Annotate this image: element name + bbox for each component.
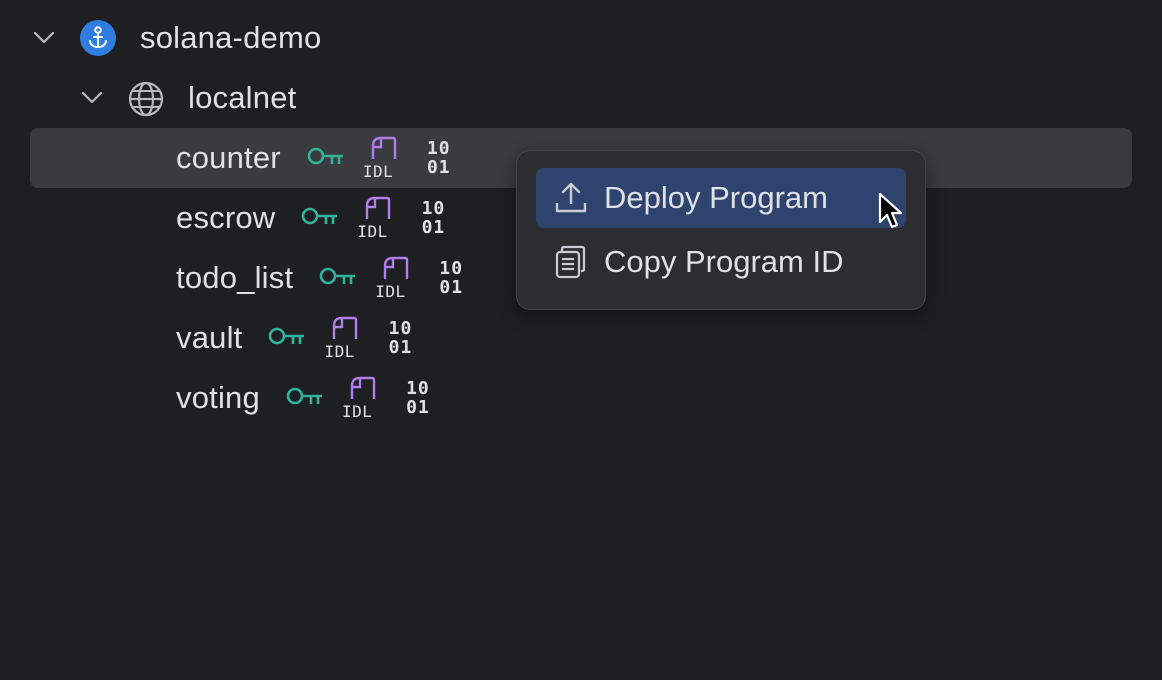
- tree-row-project[interactable]: solana-demo: [0, 8, 1162, 68]
- tree-row-program-todo-list[interactable]: todo_list IDL 10 01: [176, 248, 467, 308]
- idl-file-icon: IDL: [342, 376, 380, 420]
- copy-icon: [554, 245, 588, 279]
- project-tree-panel: solana-demo localnet counter IDL 10 01 e…: [0, 0, 1162, 680]
- tree-row-program-voting[interactable]: voting IDL 10 01: [176, 368, 434, 428]
- menu-item-deploy-program[interactable]: Deploy Program: [536, 168, 906, 228]
- globe-icon: [127, 80, 165, 118]
- idl-file-icon: IDL: [357, 196, 395, 240]
- key-icon: [268, 324, 306, 353]
- binary-icon: 10 01: [388, 318, 413, 358]
- chevron-down-icon[interactable]: [32, 26, 56, 50]
- program-label: todo_list: [176, 260, 294, 295]
- key-icon: [319, 264, 357, 293]
- binary-icon: 10 01: [406, 378, 430, 418]
- menu-item-copy-program-id[interactable]: Copy Program ID: [536, 232, 906, 292]
- context-menu: Deploy Program Copy Program ID: [516, 150, 926, 310]
- upload-icon: [554, 181, 588, 215]
- mouse-cursor-icon: [878, 192, 904, 235]
- idl-file-icon: IDL: [375, 256, 413, 300]
- network-label: localnet: [188, 80, 297, 115]
- idl-file-icon: IDL: [324, 316, 362, 360]
- binary-icon: 10 01: [426, 138, 451, 178]
- binary-icon: 10 01: [421, 198, 446, 238]
- key-icon: [301, 204, 339, 233]
- chevron-down-icon[interactable]: [80, 86, 104, 110]
- idl-file-icon: IDL: [363, 136, 401, 180]
- binary-icon: 10 01: [439, 258, 464, 298]
- tree-row-program-counter[interactable]: counter IDL 10 01: [176, 128, 455, 188]
- program-label: escrow: [176, 200, 276, 235]
- key-icon: [286, 384, 324, 413]
- program-label: counter: [176, 140, 281, 175]
- tree-row-program-escrow[interactable]: escrow IDL 10 01: [176, 188, 449, 248]
- program-label: vault: [176, 320, 243, 355]
- menu-item-label: Deploy Program: [604, 180, 828, 215]
- tree-row-network[interactable]: localnet: [0, 68, 1162, 128]
- anchor-icon: [80, 20, 116, 56]
- tree-row-program-vault[interactable]: vault IDL 10 01: [176, 308, 416, 368]
- menu-item-label: Copy Program ID: [604, 244, 844, 279]
- key-icon: [307, 144, 345, 173]
- project-label: solana-demo: [140, 20, 322, 55]
- program-label: voting: [176, 380, 260, 415]
